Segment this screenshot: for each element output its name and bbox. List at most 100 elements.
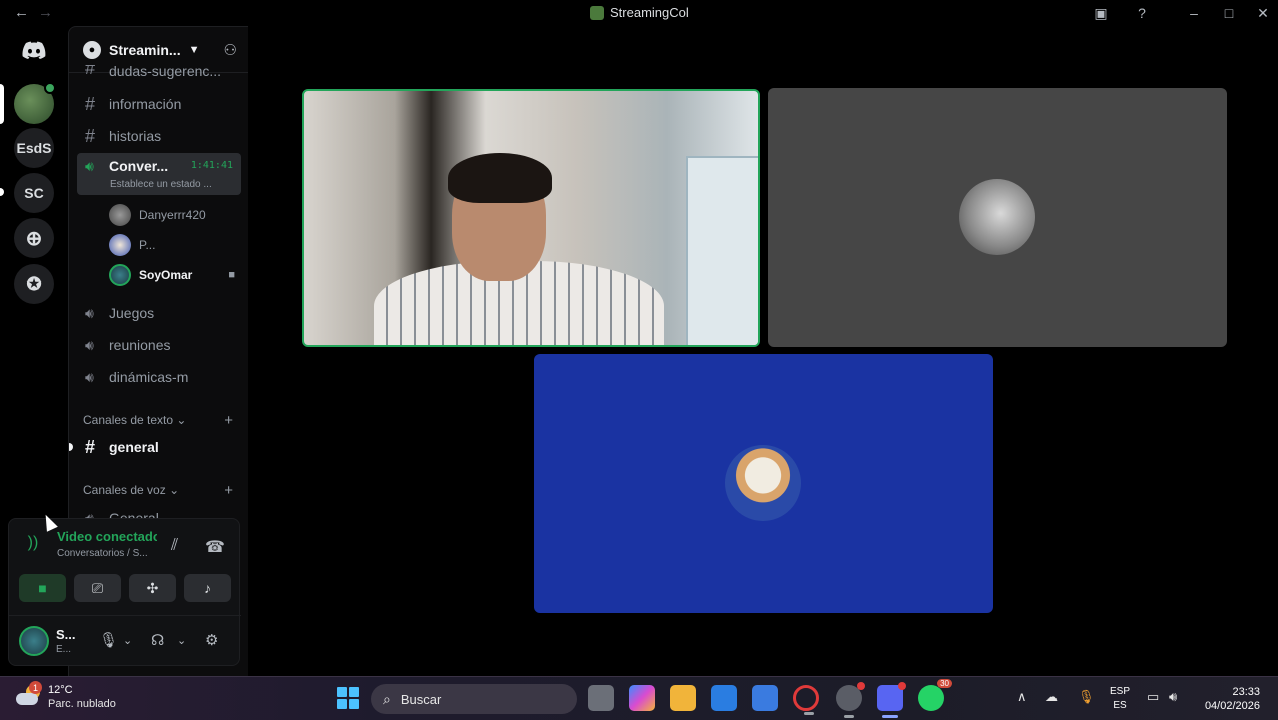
cloud-icon[interactable]: ☁ <box>1045 689 1058 705</box>
help-icon[interactable]: ? <box>1131 3 1153 23</box>
settings-gear-icon[interactable]: ⚙ <box>205 631 218 649</box>
avatar <box>959 179 1035 255</box>
disconnect-icon[interactable]: ☎ <box>205 537 225 557</box>
voice-connection-panel: )) Video conectado Conversatorios / S...… <box>8 518 241 667</box>
chevron-down-icon: ⌄ <box>169 483 180 497</box>
back-arrow-icon[interactable]: ← <box>14 4 29 21</box>
voice-channel-reuniones[interactable]: 🔊︎ reuniones <box>77 330 241 360</box>
video-tile-user[interactable] <box>768 88 1227 347</box>
video-stage <box>248 26 1278 676</box>
hash-icon: # <box>85 436 96 457</box>
speaker-icon: 🔊︎ <box>85 368 94 385</box>
language-indicator[interactable]: ESP ES <box>1110 685 1130 713</box>
title-bar: ← → StreamingCol ▣ ? – □ ✕ <box>0 0 1278 26</box>
store-icon[interactable] <box>711 685 737 711</box>
add-channel-icon[interactable]: + <box>224 412 233 429</box>
microphone-icon[interactable]: 🎙︎ <box>1078 689 1095 705</box>
add-channel-icon[interactable]: + <box>224 482 233 499</box>
whatsapp-icon[interactable]: 30 <box>918 679 952 711</box>
user-status: E... <box>56 644 72 655</box>
camera-icon: ■ <box>228 269 235 281</box>
chevron-down-icon[interactable]: ⌄ <box>123 634 132 647</box>
guild-icon: ● <box>83 40 101 59</box>
signal-icon: )) <box>27 534 39 551</box>
file-explorer-icon[interactable] <box>670 685 696 711</box>
clock[interactable]: 23:33 04/02/2026 <box>1205 685 1260 713</box>
microphone-icon[interactable]: 🎙︎ <box>99 631 118 649</box>
inbox-icon[interactable]: ▣ <box>1090 3 1112 23</box>
voice-user[interactable]: P... <box>109 231 241 259</box>
video-tile-camera[interactable] <box>302 89 760 347</box>
channel-dudas[interactable]: # dudas-sugerenc... <box>77 65 241 79</box>
speaker-icon: 🔊︎ <box>85 336 94 353</box>
server-streamingcol[interactable] <box>14 82 56 124</box>
live-indicator <box>44 82 56 94</box>
weather-icon: 1 <box>16 681 42 709</box>
maximize-button[interactable]: □ <box>1218 3 1240 23</box>
avatar <box>725 445 801 521</box>
forward-arrow-icon[interactable]: → <box>38 4 53 21</box>
connection-status[interactable]: )) Video conectado Conversatorios / S... <box>19 529 157 559</box>
unread-pill <box>0 188 4 196</box>
chevron-down-icon: ▼ <box>188 43 200 56</box>
windows-start-icon[interactable] <box>337 687 359 709</box>
weather-widget[interactable]: 1 12°C Parc. nublado <box>16 681 116 711</box>
category-text-channels[interactable]: Canales de texto ⌄ + <box>83 412 241 429</box>
mail-icon[interactable] <box>752 685 778 711</box>
opera-icon[interactable] <box>793 685 819 715</box>
screen-share-button[interactable]: ⎚ <box>74 574 121 602</box>
discord-home-icon[interactable] <box>14 30 54 70</box>
avatar[interactable] <box>19 626 49 656</box>
task-view-icon[interactable] <box>588 685 614 711</box>
user-name[interactable]: S... <box>56 627 76 642</box>
channel-informacion[interactable]: # información <box>77 89 241 119</box>
discover-compass-icon[interactable]: ✪ <box>14 264 54 304</box>
weather-temp: 12°C <box>48 684 73 696</box>
headphones-icon[interactable]: ☊ <box>151 631 164 649</box>
noise-suppression-icon[interactable]: ⫽ <box>171 537 178 555</box>
notification-badge: 1 <box>29 681 42 694</box>
channel-status[interactable]: Establece un estado ... <box>110 179 212 190</box>
camera-button[interactable]: ■ <box>19 574 66 602</box>
soundboard-button[interactable]: ♪ <box>184 574 231 602</box>
speaker-icon: 🔊︎ <box>85 304 94 321</box>
selected-server-pill <box>0 84 4 124</box>
voice-channel-active[interactable]: 🔊︎ Conver... 1:41:41 Establece un estado… <box>77 153 241 195</box>
voice-user[interactable]: SoyOmar ■ <box>109 261 241 289</box>
voice-channel-dinamicas[interactable]: 🔊︎ dinámicas-m <box>77 362 241 392</box>
discord-icon[interactable] <box>877 682 906 718</box>
chevron-down-icon[interactable]: ⌄ <box>177 634 186 647</box>
invite-user-icon[interactable]: ⚇ <box>224 41 237 59</box>
call-timer: 1:41:41 <box>190 160 233 171</box>
hash-icon: # <box>85 93 96 114</box>
minimize-button[interactable]: – <box>1183 3 1205 23</box>
guild-name: Streamin... <box>109 41 181 58</box>
server-sc[interactable]: SC <box>14 173 54 213</box>
voice-user[interactable]: Danyerrr420 <box>109 201 241 229</box>
windows-taskbar: 1 12°C Parc. nublado ⌕ Buscar 30 ∧ ☁ 🎙︎ … <box>0 676 1278 720</box>
app-icon <box>590 5 604 20</box>
app-icon[interactable] <box>836 682 865 718</box>
video-tile-user[interactable] <box>534 354 993 613</box>
weather-condition: Parc. nublado <box>48 698 116 710</box>
server-esds[interactable]: EsdS <box>14 128 54 168</box>
user-area: S... E... 🎙︎ ⌄ ☊ ⌄ ⚙ <box>9 615 241 667</box>
channel-general[interactable]: # general <box>77 432 241 462</box>
close-button[interactable]: ✕ <box>1252 3 1274 23</box>
chevron-up-icon[interactable]: ∧ <box>1017 689 1027 705</box>
taskbar-search[interactable]: ⌕ Buscar <box>371 684 577 714</box>
copilot-icon[interactable] <box>629 685 655 711</box>
activities-button[interactable]: ✣ <box>129 574 176 602</box>
speaker-icon: 🔊︎ <box>85 158 94 174</box>
avatar <box>109 264 131 286</box>
unread-count: 30 <box>937 679 952 688</box>
channel-historias[interactable]: # historias <box>77 121 241 151</box>
add-server-icon[interactable]: ⊕ <box>14 218 54 258</box>
category-voice-channels[interactable]: Canales de voz ⌄ + <box>83 482 241 499</box>
network-icon[interactable]: ▭ <box>1147 689 1159 705</box>
avatar <box>109 204 131 226</box>
voice-channel-juegos[interactable]: 🔊︎ Juegos <box>77 298 241 328</box>
volume-icon[interactable]: 🔊︎ <box>1169 689 1177 705</box>
unread-indicator <box>69 443 73 451</box>
connection-location: Conversatorios / S... <box>57 548 148 559</box>
